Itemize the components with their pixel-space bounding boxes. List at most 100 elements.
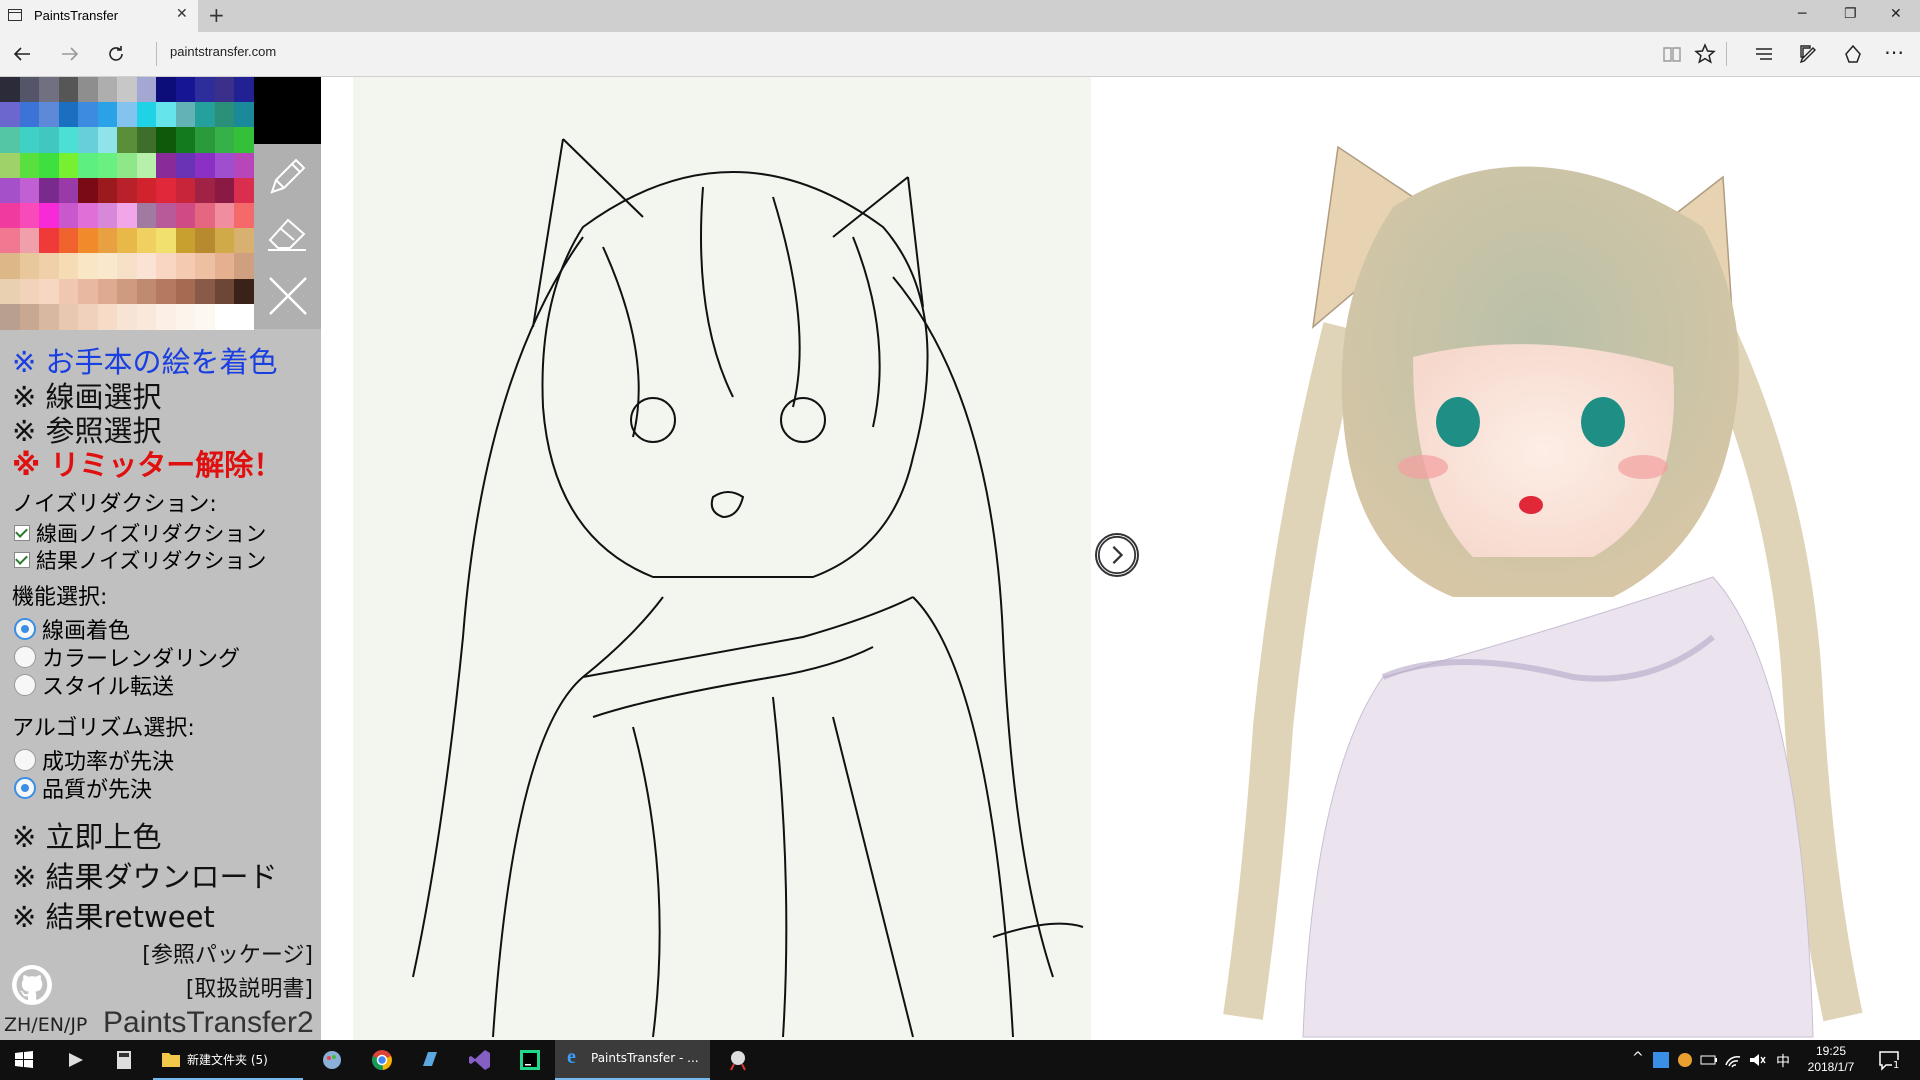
color-swatch[interactable] [234, 253, 255, 280]
color-swatch[interactable] [19, 228, 40, 255]
color-swatch[interactable] [0, 228, 20, 255]
color-swatch[interactable] [136, 253, 157, 280]
web-note-icon[interactable] [1798, 43, 1820, 65]
reference-package-link[interactable]: [参照パッケージ] [142, 937, 313, 969]
color-swatch[interactable] [117, 278, 138, 305]
color-swatch[interactable] [97, 228, 118, 255]
color-swatch[interactable] [175, 177, 196, 204]
color-swatch[interactable] [78, 177, 99, 204]
back-icon[interactable] [12, 44, 32, 64]
color-swatch[interactable] [136, 77, 157, 103]
color-swatch[interactable] [39, 278, 60, 305]
color-swatch[interactable] [175, 278, 196, 305]
color-swatch[interactable] [19, 102, 40, 129]
tab-close-icon[interactable]: ✕ [176, 6, 188, 22]
chevron-up-icon[interactable]: ^ [1632, 1050, 1644, 1066]
color-swatch[interactable] [214, 278, 235, 305]
color-swatch[interactable] [39, 203, 60, 229]
color-swatch[interactable] [39, 102, 60, 129]
color-swatch[interactable] [0, 303, 20, 330]
color-swatch[interactable] [19, 127, 40, 154]
noise-lineart-checkbox[interactable]: 線画ノイズリダクション [14, 518, 266, 548]
transfer-arrow-icon[interactable] [1095, 533, 1139, 577]
tray-app2-icon[interactable] [1676, 1051, 1694, 1069]
color-swatch[interactable] [19, 77, 40, 103]
visual-studio-icon[interactable] [468, 1048, 492, 1072]
current-color-swatch[interactable] [254, 77, 321, 144]
ime-indicator[interactable]: 中 [1776, 1051, 1790, 1071]
color-swatch[interactable] [39, 152, 60, 179]
pycharm-icon[interactable] [518, 1048, 542, 1072]
taskbar-browser-button[interactable]: e PaintsTransfer - ... [555, 1040, 710, 1080]
color-swatch[interactable] [39, 253, 60, 280]
color-swatch[interactable] [214, 102, 235, 129]
minimize-button[interactable]: ─ [1798, 6, 1806, 22]
color-swatch[interactable] [136, 127, 157, 154]
color-swatch[interactable] [97, 152, 118, 179]
color-swatch[interactable] [58, 177, 79, 204]
color-swatch[interactable] [136, 152, 157, 179]
color-swatch[interactable] [78, 102, 99, 129]
hub-icon[interactable] [1754, 44, 1774, 64]
color-swatch[interactable] [214, 203, 235, 229]
color-swatch[interactable] [78, 303, 99, 330]
color-swatch[interactable] [0, 253, 20, 280]
color-swatch[interactable] [39, 303, 60, 330]
color-swatch[interactable] [97, 278, 118, 305]
color-swatch[interactable] [156, 278, 177, 305]
color-swatch[interactable] [175, 203, 196, 229]
color-swatch[interactable] [117, 127, 138, 154]
color-swatch[interactable] [175, 228, 196, 255]
color-swatch[interactable] [58, 127, 79, 154]
algo-quality-radio[interactable]: 品質が先決 [14, 772, 152, 804]
color-swatch[interactable] [234, 77, 255, 103]
color-swatch[interactable] [97, 102, 118, 129]
refresh-icon[interactable] [106, 44, 126, 64]
color-swatch[interactable] [175, 303, 196, 330]
color-swatch[interactable] [234, 102, 255, 129]
color-swatch[interactable] [234, 127, 255, 154]
color-swatch[interactable] [156, 303, 177, 330]
pencil-icon[interactable] [264, 154, 310, 200]
close-window-button[interactable]: ✕ [1890, 6, 1902, 22]
color-swatch[interactable] [175, 127, 196, 154]
color-swatch[interactable] [58, 203, 79, 229]
tab-paintstransfer[interactable]: PaintsTransfer ✕ [0, 0, 198, 32]
share-icon[interactable] [1842, 43, 1864, 65]
color-swatch[interactable] [78, 278, 99, 305]
color-swatch[interactable] [58, 303, 79, 330]
color-swatch[interactable] [136, 177, 157, 204]
color-swatch[interactable] [97, 77, 118, 103]
color-swatch[interactable] [58, 278, 79, 305]
color-swatch[interactable] [97, 127, 118, 154]
color-swatch[interactable] [19, 303, 40, 330]
color-swatch[interactable] [195, 253, 216, 280]
color-swatch[interactable] [195, 102, 216, 129]
color-swatch[interactable] [78, 127, 99, 154]
color-swatch[interactable] [195, 303, 216, 330]
color-swatch[interactable] [19, 253, 40, 280]
color-swatch[interactable] [58, 253, 79, 280]
color-swatch[interactable] [117, 228, 138, 255]
color-swatch[interactable] [156, 102, 177, 129]
color-swatch[interactable] [97, 203, 118, 229]
url-field[interactable]: paintstransfer.com [170, 44, 276, 59]
snipping-icon[interactable] [726, 1048, 750, 1072]
color-swatch[interactable] [0, 278, 20, 305]
media-icon[interactable] [64, 1048, 88, 1072]
color-swatch[interactable] [195, 127, 216, 154]
taskbar-folder-button[interactable]: 新建文件夹 (5) [153, 1040, 303, 1080]
color-swatch[interactable] [58, 228, 79, 255]
color-swatch[interactable] [156, 152, 177, 179]
action-colorize-now[interactable]: ※ 立即上色 [12, 814, 162, 856]
clock[interactable]: 19:25 2018/1/7 [1800, 1043, 1862, 1075]
color-swatch[interactable] [39, 127, 60, 154]
color-swatch[interactable] [156, 253, 177, 280]
color-swatch[interactable] [156, 177, 177, 204]
noise-result-checkbox[interactable]: 結果ノイズリダクション [14, 545, 266, 575]
color-swatch[interactable] [175, 77, 196, 103]
menu-limiter-release[interactable]: ※ リミッター解除！ [12, 442, 282, 484]
color-swatch[interactable] [117, 152, 138, 179]
action-retweet-result[interactable]: ※ 結果retweet [12, 894, 215, 936]
color-swatch[interactable] [78, 152, 99, 179]
